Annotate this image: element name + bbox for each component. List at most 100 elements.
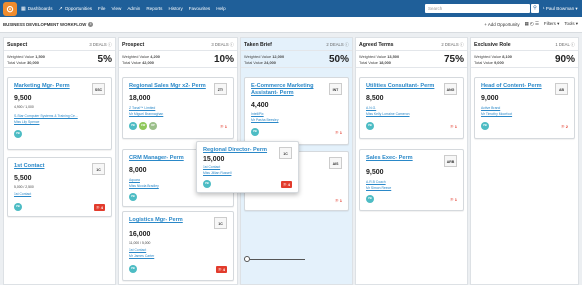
column-title: Exclusive Role: [474, 42, 511, 48]
deal-card[interactable]: Utilities Consultant- Perm ANG 8,500 A.N…: [359, 77, 464, 139]
company-link[interactable]: Active Brand: [481, 106, 500, 110]
company-link[interactable]: A.N.G.: [366, 106, 376, 110]
company-link[interactable]: IntelliPix: [251, 112, 264, 116]
tools-button[interactable]: Tools ▾: [564, 21, 578, 27]
deal-card[interactable]: Head of Content- Perm AB 9,000 Active Br…: [474, 77, 575, 139]
menu-label: Dashboards: [27, 6, 53, 11]
app-logo[interactable]: ⊙: [3, 1, 17, 16]
company-link[interactable]: Z Tonal™ Limited: [129, 106, 155, 110]
flag-icon[interactable]: ⚐ 1: [335, 198, 342, 203]
deal-title[interactable]: Regional Sales Mgr x2- Perm: [129, 83, 214, 90]
deal-count: 2 DEALS ⓘ: [326, 42, 349, 47]
deal-card[interactable]: E-Commerce Marketing Assistant- Perm INT…: [244, 77, 349, 145]
dragged-deal-card[interactable]: Regional Director- Perm 1C 15,000 1st Co…: [196, 141, 299, 193]
add-opportunity-button[interactable]: + Add Opportunity: [484, 22, 519, 27]
menu-history[interactable]: History: [168, 6, 182, 11]
owner-avatar[interactable]: PB: [203, 180, 211, 188]
owner-badges: PB: [14, 130, 24, 138]
owner-badges: PB: [203, 180, 213, 188]
flag-icon[interactable]: ⚐ 2: [561, 124, 568, 129]
company-link[interactable]: 1st Contact: [14, 192, 31, 196]
deal-title[interactable]: Head of Content- Perm: [481, 83, 555, 90]
stat-label: Weighted Value: [7, 54, 35, 59]
menu-reports[interactable]: Reports: [146, 6, 162, 11]
flag-icon[interactable]: ⚐ 1: [335, 130, 342, 135]
search-input[interactable]: Search: [425, 4, 530, 13]
deal-card[interactable]: 1st Contact 1C 5,500 5,000 / 2,500 1st C…: [7, 157, 112, 217]
flag-icon[interactable]: ⚐ 4: [281, 181, 292, 188]
menu-opportunities[interactable]: ↗ Opportunities: [59, 6, 93, 12]
deal-title[interactable]: E-Commerce Marketing Assistant- Perm: [251, 83, 325, 97]
company-link[interactable]: A.R.B Coach: [366, 180, 386, 184]
filters-button[interactable]: Filters ▾: [544, 21, 559, 27]
weighted-value: Weighted Value 1,500: [7, 54, 45, 59]
contact-link[interactable]: Mr Simon Reece: [366, 186, 391, 190]
menu-dashboards[interactable]: ▦ Dashboards: [21, 6, 53, 12]
flag-icon[interactable]: ⚐ 1: [450, 124, 457, 129]
deal-card[interactable]: Logistics Mgr- Perm 1C 16,000 11,000 / 5…: [122, 211, 234, 281]
owner-avatar[interactable]: PB: [366, 195, 374, 203]
deal-title[interactable]: Regional Director- Perm: [203, 147, 279, 154]
deal-title[interactable]: Utilities Consultant- Perm: [366, 83, 442, 90]
menu-file[interactable]: File: [98, 6, 105, 11]
company-link[interactable]: Aquara: [129, 178, 140, 182]
owner-avatar[interactable]: PB: [366, 122, 374, 130]
owner-avatar[interactable]: PB: [481, 122, 489, 130]
deal-card[interactable]: Regional Sales Mgr x2- Perm ZT! 18,000 Z…: [122, 77, 234, 139]
owner-avatar[interactable]: DP: [149, 122, 157, 130]
company-link[interactable]: S-Star Computer Systems & Training Ce...: [14, 114, 78, 118]
owner-badges: PB CW DP: [129, 122, 159, 130]
stat-value: 4,200: [150, 54, 160, 59]
menu-help[interactable]: Help: [216, 6, 225, 11]
contact-link[interactable]: Miss Jillian Russell: [203, 171, 231, 175]
stat-value: 18,000: [379, 60, 391, 65]
menu-favourites[interactable]: Favourites: [189, 6, 210, 11]
deal-title[interactable]: Sales Exec- Perm: [366, 155, 442, 162]
info-icon[interactable]: i: [88, 22, 94, 28]
menu-view[interactable]: View: [111, 6, 121, 11]
flag-icon[interactable]: ⚐ 1: [220, 124, 227, 129]
owner-avatar[interactable]: PB: [129, 265, 137, 273]
contact-link[interactable]: Mr Pasha Beesley: [251, 118, 279, 122]
owner-avatar[interactable]: PB: [14, 203, 22, 211]
weighted-value: Weighted Value 12,000: [244, 54, 284, 59]
deal-card[interactable]: Sales Exec- Perm ARB 9,500 A.R.B Coach M…: [359, 149, 464, 211]
column-agreed-terms: Agreed Terms 2 DEALS ⓘ Weighted Value 13…: [355, 37, 468, 285]
menu-admin[interactable]: Admin: [127, 6, 140, 11]
owner-badges: PB: [129, 193, 139, 201]
owner-avatar[interactable]: PB: [129, 122, 137, 130]
owner-avatar[interactable]: PB: [251, 128, 259, 136]
flag-icon[interactable]: ⚐ 4: [94, 204, 105, 211]
deal-amount: 9,500: [14, 95, 32, 102]
flag-icon[interactable]: ⚐ 1: [450, 197, 457, 202]
contact-link[interactable]: Miss Lily Spence: [14, 120, 39, 124]
owner-avatar[interactable]: PB: [129, 193, 137, 201]
probability: 50%: [328, 54, 349, 65]
search-icon[interactable]: ⚲: [531, 4, 539, 13]
probability: 75%: [443, 54, 464, 65]
column-title: Prospect: [122, 42, 145, 48]
owner-avatar[interactable]: CW: [139, 122, 147, 130]
deal-split: 5,000 / 2,500: [14, 185, 34, 189]
contact-link[interactable]: Miss Nicola Bradley: [129, 184, 159, 188]
stat-value: 12,000: [272, 54, 285, 59]
deal-title[interactable]: Logistics Mgr- Perm: [129, 217, 214, 224]
deal-card[interactable]: Marketing Mgr- Perm SSC 9,500 4,900 / 1,…: [7, 77, 112, 150]
deal-title[interactable]: Marketing Mgr- Perm: [14, 83, 90, 90]
view-toggle-icons[interactable]: ▦ ◴ ☰: [525, 21, 539, 27]
user-menu[interactable]: ¹ Paul Bowman ▾: [543, 0, 578, 17]
probability: 10%: [213, 54, 234, 65]
weighted-value: Weighted Value 4,200: [122, 54, 160, 59]
owner-avatar[interactable]: PB: [14, 130, 22, 138]
owner-badges: PB: [481, 122, 491, 130]
deal-title[interactable]: 1st Contact: [14, 163, 90, 170]
column-exclusive-role: Exclusive Role 1 DEAL ⓘ Weighted Value 8…: [470, 37, 579, 285]
flag-icon[interactable]: ⚐ 4: [216, 266, 227, 273]
company-link[interactable]: 1st Contact: [203, 165, 220, 169]
contact-link[interactable]: Miss Kelly Lorraine Cameron: [366, 112, 410, 116]
company-link[interactable]: 1st Contact: [129, 248, 146, 252]
column-stats: Weighted Value 1,500 Total Value 30,000 …: [4, 51, 115, 68]
contact-link[interactable]: Mr Miguel Brannaghan: [129, 112, 163, 116]
contact-link[interactable]: Mr Timothy Moorfoot: [481, 112, 512, 116]
contact-link[interactable]: Mr James Carter: [129, 254, 154, 258]
